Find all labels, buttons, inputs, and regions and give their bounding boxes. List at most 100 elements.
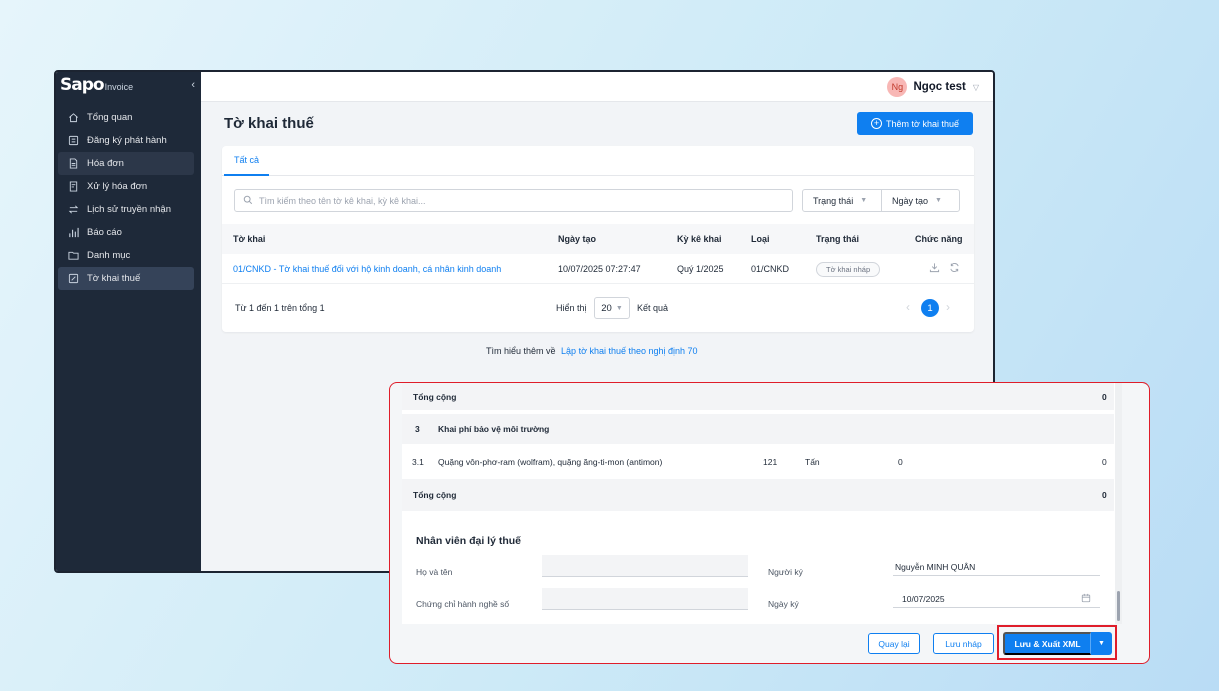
signer-label: Người ký	[768, 567, 803, 577]
save-draft-button[interactable]: Lưu nháp	[933, 633, 994, 654]
sidebar-item-transfer-history[interactable]: Lịch sử truyền nhận	[58, 198, 194, 221]
item-unit: Tấn	[805, 456, 820, 467]
item-number: 3.1	[412, 456, 424, 467]
item-amount: 0	[1102, 456, 1107, 467]
certificate-number-label: Chứng chỉ hành nghề số	[416, 599, 510, 609]
sign-date-value: 10/07/2025	[902, 593, 945, 604]
search-box[interactable]	[234, 189, 793, 212]
collapse-sidebar-icon[interactable]: ‹	[191, 79, 195, 91]
scrollbar-thumb[interactable]	[1117, 591, 1120, 621]
process-invoice-icon	[66, 180, 80, 194]
sidebar-item-label: Lịch sử truyền nhận	[87, 204, 171, 215]
learn-more-prefix: Tìm hiểu thêm về	[486, 346, 556, 356]
pagination-bar: Từ 1 đến 1 trên tổng 1 Hiển thị 20 ▼ Kết…	[222, 296, 974, 320]
home-icon	[66, 111, 80, 125]
search-input[interactable]	[259, 195, 792, 206]
topbar: Ng Ngọc test ▽	[201, 72, 993, 102]
item-row: 3.1 Quặng vôn-phơ-ram (wolfram), quặng ă…	[402, 445, 1114, 478]
column-header: Kỳ kê khai	[677, 234, 722, 244]
next-page-icon[interactable]: ›	[946, 300, 950, 314]
page-size-label: Hiển thị	[556, 303, 587, 313]
prev-page-icon[interactable]: ‹	[906, 300, 910, 314]
column-header: Trạng thái	[816, 234, 860, 244]
tabs: Tất cả	[222, 146, 974, 176]
total-row: Tổng cộng 0	[402, 383, 1114, 410]
add-tax-form-label: Thêm tờ khai thuế	[886, 118, 959, 129]
chevron-down-icon: ▼	[860, 197, 868, 204]
avatar: Ng	[887, 77, 908, 97]
column-header: Tờ khai	[233, 234, 266, 244]
tax-form-icon	[66, 272, 80, 286]
sidebar-item-tax-form[interactable]: Tờ khai thuế	[58, 267, 194, 290]
scrollbar[interactable]	[1115, 383, 1122, 624]
sidebar-item-label: Đăng ký phát hành	[87, 135, 167, 146]
chevron-down-icon: ▼	[935, 197, 942, 204]
tax-form-list-card: Tất cả Trạng thái ▼ Ngày tạo ▼ Tờ khai N…	[222, 146, 974, 332]
tab-all[interactable]: Tất cả	[224, 146, 270, 176]
created-date-cell: 10/07/2025 07:27:47	[558, 264, 641, 274]
actions-cell	[920, 254, 960, 284]
report-chart-icon	[66, 226, 80, 240]
chevron-down-icon: ▽	[972, 82, 979, 92]
sidebar-item-invoice[interactable]: Hóa đơn	[58, 152, 194, 175]
sidebar-item-label: Tổng quan	[87, 112, 133, 123]
sidebar-item-label: Tờ khai thuế	[87, 273, 141, 284]
learn-more-link[interactable]: Lập tờ khai thuế theo nghị định 70	[561, 346, 698, 356]
certificate-number-field[interactable]	[542, 588, 748, 610]
sidebar-item-label: Báo cáo	[87, 227, 122, 238]
logo-sub: Invoice	[104, 82, 134, 92]
sidebar-item-label: Xử lý hóa đơn	[87, 181, 148, 192]
user-name: Ngọc test	[913, 81, 966, 93]
tax-form-detail-panel: Tổng cộng 0 3 Khai phí bảo vệ môi trường…	[389, 382, 1150, 664]
sidebar: Sapo Invoice ‹ Tổng quan Đăng ký phát hà…	[56, 72, 201, 571]
register-icon	[66, 134, 80, 148]
download-icon[interactable]	[929, 262, 940, 276]
sidebar-item-label: Hóa đơn	[87, 158, 124, 169]
full-name-label: Họ và tên	[416, 567, 453, 577]
transfer-history-icon	[66, 203, 80, 217]
total-value: 0	[1102, 391, 1107, 402]
sidebar-item-register[interactable]: Đăng ký phát hành	[58, 129, 194, 152]
sapo-logo[interactable]: Sapo Invoice	[60, 75, 133, 95]
result-label: Kết quả	[637, 303, 669, 313]
status-filter-dropdown[interactable]: Trạng thái ▼	[802, 189, 882, 212]
total-label: Tổng cộng	[413, 490, 457, 500]
table-row: 01/CNKD - Tờ khai thuế đối với hộ kinh d…	[222, 254, 974, 284]
total-label: Tổng cộng	[413, 391, 457, 402]
tax-agent-section-title: Nhân viên đại lý thuế	[416, 535, 522, 547]
created-date-filter-label: Ngày tạo	[892, 195, 929, 206]
user-menu[interactable]: Ng Ngọc test ▽	[887, 77, 979, 97]
tax-form-detail-content: Tổng cộng 0 3 Khai phí bảo vệ môi trường…	[402, 383, 1122, 624]
learn-more-text: Tìm hiểu thêm về Lập tờ khai thuế theo n…	[486, 346, 698, 356]
section-row: 3 Khai phí bảo vệ môi trường	[402, 414, 1114, 444]
tax-form-name-link[interactable]: 01/CNKD - Tờ khai thuế đối với hộ kinh d…	[233, 254, 501, 284]
full-name-field[interactable]	[542, 555, 748, 577]
status-filter-label: Trạng thái	[813, 195, 854, 206]
page-title: Tờ khai thuế	[224, 115, 314, 132]
sidebar-item-process-invoice[interactable]: Xử lý hóa đơn	[58, 175, 194, 198]
item-code: 121	[763, 456, 778, 467]
sidebar-item-report[interactable]: Báo cáo	[58, 221, 194, 244]
type-cell: 01/CNKD	[751, 264, 790, 274]
add-tax-form-button[interactable]: + Thêm tờ khai thuế	[857, 112, 973, 135]
back-button[interactable]: Quay lại	[868, 633, 920, 654]
refresh-icon[interactable]	[949, 262, 960, 276]
created-date-filter-dropdown[interactable]: Ngày tạo ▼	[881, 189, 960, 212]
signer-field[interactable]: Nguyễn MINH QUÂN	[893, 558, 1100, 576]
sidebar-item-label: Danh mục	[87, 250, 131, 261]
invoice-icon	[66, 157, 80, 171]
save-export-xml-button[interactable]: Lưu & Xuất XML	[1003, 632, 1091, 655]
section-number: 3	[415, 424, 420, 434]
folder-icon	[66, 249, 80, 263]
page-size-select[interactable]: 20 ▼	[594, 297, 630, 319]
sidebar-item-category[interactable]: Danh mục	[58, 244, 194, 267]
item-name: Quặng vôn-phơ-ram (wolfram), quặng ăng-t…	[438, 456, 663, 467]
sidebar-item-overview[interactable]: Tổng quan	[58, 106, 194, 129]
total-row: Tổng cộng 0	[402, 479, 1114, 511]
page-number-button[interactable]: 1	[921, 299, 939, 317]
chevron-down-icon[interactable]: ▼	[1091, 632, 1112, 655]
calendar-icon[interactable]	[1081, 593, 1091, 605]
total-value: 0	[1102, 490, 1107, 500]
sign-date-field[interactable]: 10/07/2025	[893, 590, 1100, 608]
sidebar-header: Sapo Invoice ‹	[56, 72, 201, 98]
